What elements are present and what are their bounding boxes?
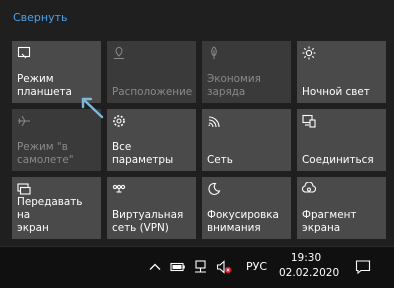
tile-label: Соединиться: [302, 154, 374, 166]
tile-label: Передавать на экран: [17, 196, 83, 234]
action-center-panel: Свернуть Режим планшета Расположение Эко…: [0, 0, 394, 246]
tile-label: Фокусировка внимания: [207, 209, 279, 234]
tile-screen-snip[interactable]: Фрагмент экрана: [297, 177, 386, 239]
chevron-up-icon[interactable]: [147, 259, 163, 275]
tile-all-settings[interactable]: Все параметры: [107, 109, 196, 171]
tile-location[interactable]: Расположение: [107, 41, 196, 103]
tile-battery-saver[interactable]: Экономия заряда: [202, 41, 291, 103]
project-icon: [17, 182, 31, 196]
battery-saver-icon: [207, 46, 221, 60]
tile-label: Виртуальная сеть (VPN): [112, 209, 184, 234]
clock-date: 02.02.2020: [279, 267, 340, 279]
action-center-button[interactable]: [344, 247, 382, 288]
focus-assist-icon: [207, 182, 221, 196]
clock[interactable]: 19:30 02.02.2020: [279, 251, 340, 281]
tile-night-light[interactable]: Ночной свет: [297, 41, 386, 103]
tile-label: Ночной свет: [302, 86, 370, 98]
tile-connect[interactable]: Соединиться: [297, 109, 386, 171]
pointer-arrow-icon: [81, 97, 104, 119]
collapse-link[interactable]: Свернуть: [13, 11, 68, 24]
airplane-icon: [17, 114, 31, 128]
tile-focus-assist[interactable]: Фокусировка внимания: [202, 177, 291, 239]
tile-network[interactable]: Сеть: [202, 109, 291, 171]
tile-label: Сеть: [207, 154, 233, 166]
tile-label: Расположение: [112, 86, 193, 98]
tile-label: Фрагмент экрана: [302, 209, 357, 234]
settings-gear-icon: [112, 114, 126, 128]
network-icon: [207, 114, 221, 128]
battery-icon[interactable]: [170, 259, 186, 275]
taskbar: РУС 19:30 02.02.2020: [0, 246, 394, 288]
tablet-mode-icon: [17, 46, 31, 60]
location-icon: [112, 46, 126, 60]
tile-vpn[interactable]: Виртуальная сеть (VPN): [107, 177, 196, 239]
tile-label: Экономия заряда: [207, 73, 261, 98]
vpn-icon: [112, 182, 126, 196]
volume-muted-icon[interactable]: [216, 259, 232, 275]
tile-project[interactable]: Передавать на экран: [12, 177, 101, 239]
clock-time: 19:30: [290, 252, 322, 264]
notifications-icon: [355, 260, 371, 275]
night-light-icon: [302, 46, 316, 60]
tile-label: Все параметры: [112, 141, 174, 166]
screen-snip-icon: [302, 182, 316, 196]
language-indicator[interactable]: РУС: [246, 260, 267, 273]
connect-icon: [302, 114, 316, 128]
tile-label: Режим "в самолете": [17, 141, 74, 166]
network-ethernet-icon[interactable]: [193, 259, 209, 275]
